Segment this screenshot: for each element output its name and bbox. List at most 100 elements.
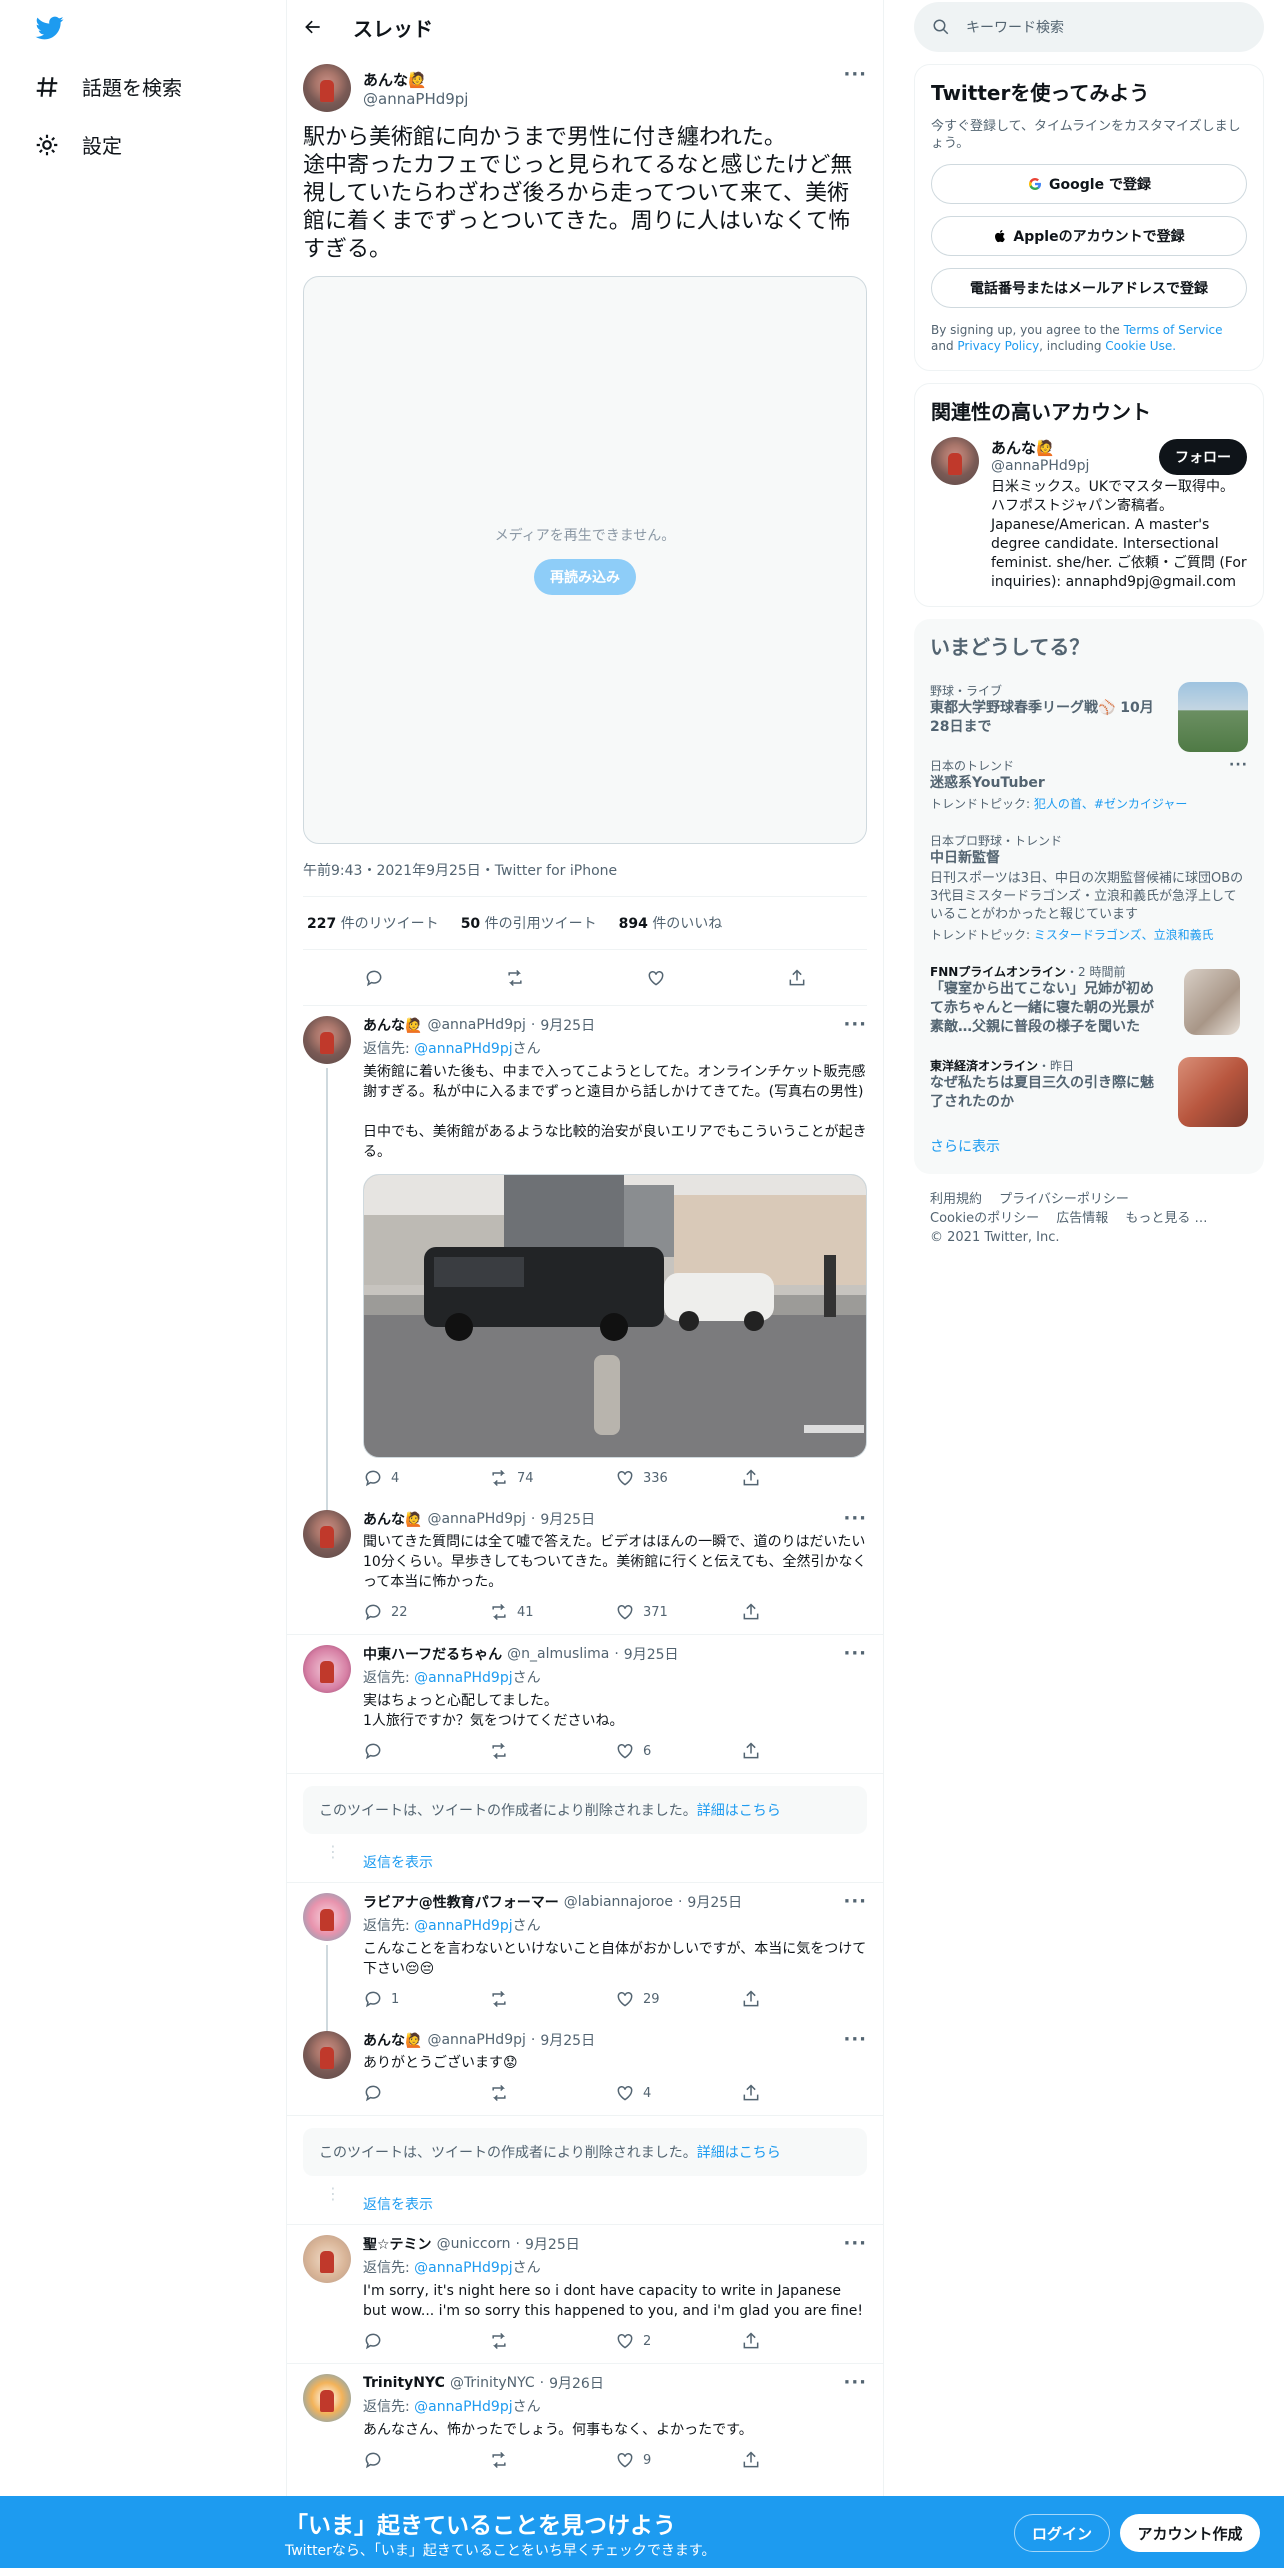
phone-email-signup-button[interactable]: 電話番号またはメールアドレスで登録 (931, 268, 1247, 308)
show-replies-link[interactable]: ⋮ 返信を表示 (287, 2186, 883, 2225)
terms-link[interactable]: Terms of Service (1124, 323, 1223, 337)
details-link[interactable]: 詳細はこちら (697, 1803, 781, 1819)
more-icon[interactable]: ··· (843, 2233, 867, 2254)
quote-count[interactable]: 50 件の引用ツイート (461, 913, 597, 933)
reply-tweet[interactable]: 中東ハーフだるちゃん @n_almuslima · 9月25日 ··· 返信先:… (287, 1635, 883, 1774)
reply-action[interactable] (363, 1741, 489, 1761)
show-replies-link[interactable]: ⋮ 返信を表示 (287, 1844, 883, 1883)
like-action[interactable]: 2 (615, 2331, 741, 2351)
related-account[interactable]: あんな🙋 @annaPHd9pj 日米ミックス。UKでマスター取得中。ハフポスト… (915, 437, 1263, 606)
author-handle[interactable]: @n_almuslima (507, 1646, 609, 1662)
tweet-date[interactable]: 9月25日 (525, 2234, 580, 2254)
media-player[interactable]: メディアを再生できません。 再読み込み (303, 276, 867, 844)
trend-item[interactable]: FNNプライムオンライン・2 時間前 「寝室から出てこない」兄姉が初めて赤ちゃん… (914, 953, 1264, 1047)
cookie-link[interactable]: Cookie Use. (1105, 339, 1176, 353)
like-action[interactable]: 9 (615, 2450, 741, 2470)
retweet-icon[interactable] (505, 968, 525, 988)
reply-icon[interactable] (364, 968, 384, 988)
footer-more-link[interactable]: もっと見る … (1125, 1211, 1207, 1226)
tweet-timestamp[interactable]: 午前9:43・2021年9月25日・Twitter for iPhone (303, 844, 867, 897)
search-input[interactable]: キーワード検索 (966, 17, 1064, 37)
retweet-action[interactable] (489, 1741, 615, 1761)
share-action[interactable] (741, 1468, 867, 1488)
apple-signup-button[interactable]: Appleのアカウントで登録 (931, 216, 1247, 256)
tweet-date[interactable]: 9月25日 (540, 2030, 595, 2050)
share-action[interactable] (741, 1989, 867, 2009)
avatar[interactable] (931, 437, 979, 485)
author-handle[interactable]: @TrinityNYC (450, 2375, 535, 2391)
more-icon[interactable]: ··· (843, 1643, 867, 1664)
search-box[interactable]: キーワード検索 (914, 2, 1264, 52)
trend-item[interactable]: 東洋経済オンライン・昨日 なぜ私たちは夏目三久の引き際に魅了されたのか (914, 1047, 1264, 1127)
author-name[interactable]: 中東ハーフだるちゃん (363, 1644, 502, 1664)
reply-tweet[interactable]: あんな🙋 @annaPHd9pj · 9月25日 ··· ありがとうございます😟… (287, 2021, 883, 2116)
retweet-action[interactable] (489, 2450, 615, 2470)
reply-action[interactable] (363, 2083, 489, 2103)
more-icon[interactable]: ··· (1229, 757, 1248, 773)
footer-terms-link[interactable]: 利用規約 (930, 1192, 982, 1207)
details-link[interactable]: 詳細はこちら (697, 2145, 781, 2161)
footer-privacy-link[interactable]: プライバシーポリシー (999, 1192, 1129, 1207)
reply-tweet[interactable]: 聖☆テミン @uniccorn · 9月25日 ··· 返信先: @annaPH… (287, 2225, 883, 2364)
author-handle[interactable]: @annaPHd9pj (363, 90, 468, 108)
author-handle[interactable]: @annaPHd9pj (427, 1511, 525, 1527)
nav-explore[interactable]: 話題を検索 (34, 72, 182, 101)
share-action[interactable] (741, 1741, 867, 1761)
like-action[interactable]: 6 (615, 1741, 741, 1761)
follow-button[interactable]: フォロー (1159, 439, 1247, 475)
footer-cookie-link[interactable]: Cookieのポリシー (930, 1211, 1039, 1226)
more-icon[interactable]: ··· (843, 64, 867, 85)
tweet-photo[interactable] (363, 1174, 867, 1458)
reply-action[interactable] (363, 2331, 489, 2351)
retweet-action[interactable]: 74 (489, 1468, 615, 1488)
more-icon[interactable]: ··· (843, 1891, 867, 1912)
show-more-link[interactable]: さらに表示 (914, 1122, 1264, 1174)
retweet-action[interactable] (489, 2331, 615, 2351)
avatar[interactable] (303, 2374, 351, 2422)
author-name[interactable]: あんな🙋 (363, 69, 468, 90)
reply-tweet[interactable]: TrinityNYC @TrinityNYC · 9月26日 ··· 返信先: … (287, 2364, 883, 2482)
reply-action[interactable] (363, 2450, 489, 2470)
more-icon[interactable]: ··· (843, 2372, 867, 2393)
back-arrow-icon[interactable] (303, 17, 323, 37)
more-icon[interactable]: ··· (843, 2029, 867, 2050)
tweet-date[interactable]: 9月25日 (687, 1892, 742, 1912)
avatar[interactable] (303, 1893, 351, 1941)
trend-item[interactable]: 野球・ライブ 東都大学野球春季リーグ戦⚾ 10月28日まで (914, 672, 1264, 752)
avatar[interactable] (303, 1016, 351, 1064)
share-action[interactable] (741, 2331, 867, 2351)
trend-item[interactable]: 日本のトレンド ··· 迷惑系YouTuber トレンドトピック: 犯人の首、#… (914, 747, 1264, 822)
more-icon[interactable]: ··· (843, 1508, 867, 1529)
author-name[interactable]: あんな🙋 (363, 1509, 422, 1529)
author-handle[interactable]: @annaPHd9pj (427, 1017, 525, 1033)
tweet-date[interactable]: 9月25日 (540, 1509, 595, 1529)
author-name[interactable]: あんな🙋 (363, 1015, 422, 1035)
share-action[interactable] (741, 2083, 867, 2103)
more-icon[interactable]: ··· (843, 1014, 867, 1035)
login-button[interactable]: ログイン (1014, 2514, 1110, 2552)
share-icon[interactable] (787, 968, 807, 988)
signup-button[interactable]: アカウント作成 (1120, 2514, 1260, 2552)
author-handle[interactable]: @uniccorn (437, 2236, 511, 2252)
nav-settings[interactable]: 設定 (34, 130, 122, 159)
avatar[interactable] (303, 1510, 351, 1558)
trend-item[interactable]: 日本プロ野球・トレンド 中日新監督 日刊スポーツは3日、中日の次期監督候補に球団… (914, 822, 1264, 953)
google-signup-button[interactable]: Google で登録 (931, 164, 1247, 204)
like-icon[interactable] (646, 968, 666, 988)
reply-action[interactable]: 22 (363, 1602, 489, 1622)
reply-tweet[interactable]: あんな🙋 @annaPHd9pj · 9月25日 ··· 聞いてきた質問には全て… (287, 1500, 883, 1635)
author-name[interactable]: ラビアナ@性教育パフォーマー (363, 1892, 559, 1912)
tweet-date[interactable]: 9月26日 (549, 2373, 604, 2393)
author-handle[interactable]: @labiannajoroe (564, 1894, 673, 1910)
avatar[interactable] (303, 2031, 351, 2079)
like-action[interactable]: 371 (615, 1602, 741, 1622)
reply-tweet[interactable]: あんな🙋 @annaPHd9pj · 9月25日 ··· 返信先: @annaP… (287, 1006, 883, 1510)
retweet-action[interactable]: 41 (489, 1602, 615, 1622)
like-action[interactable]: 336 (615, 1468, 741, 1488)
retweet-count[interactable]: 227 件のリツイート (307, 913, 439, 933)
avatar[interactable] (303, 64, 351, 112)
retweet-action[interactable] (489, 1989, 615, 2009)
avatar[interactable] (303, 1645, 351, 1693)
reply-tweet[interactable]: ラビアナ@性教育パフォーマー @labiannajoroe · 9月25日 ··… (287, 1883, 883, 2031)
privacy-link[interactable]: Privacy Policy (957, 339, 1039, 353)
